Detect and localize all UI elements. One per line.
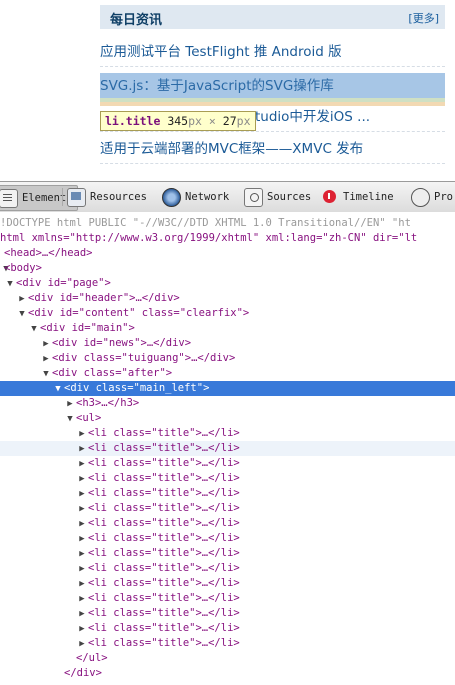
collapse-arrow-icon[interactable]: ▶: [16, 292, 28, 306]
dom-node-head[interactable]: <head>…</head>: [0, 246, 455, 261]
collapse-arrow-icon[interactable]: ▶: [76, 562, 88, 576]
collapse-arrow-icon[interactable]: ▶: [76, 502, 88, 516]
collapse-arrow-icon[interactable]: ▶: [76, 457, 88, 471]
collapse-arrow-icon[interactable]: ▶: [76, 592, 88, 606]
tab-elements[interactable]: Elements: [0, 185, 78, 211]
sources-icon: [244, 187, 263, 207]
collapse-arrow-icon[interactable]: ▶: [76, 487, 88, 501]
timeline-icon: [322, 189, 339, 206]
dom-node-li[interactable]: ▶ <li class="title">…</li>: [0, 426, 455, 441]
news-panel: 每日资讯 [更多] 应用测试平台 TestFlight 推 Android 版 …: [0, 0, 455, 180]
news-item[interactable]: 适用于云端部署的MVC框架——XMVC 发布: [100, 136, 445, 164]
collapse-arrow-icon[interactable]: ▶: [64, 397, 76, 411]
dom-node-li[interactable]: ▶ <li class="title">…</li>: [0, 636, 455, 651]
collapse-arrow-icon[interactable]: ▶: [76, 637, 88, 651]
collapse-arrow-icon[interactable]: ▶: [76, 622, 88, 636]
dom-node-li[interactable]: ▶ <li class="title">…</li>: [0, 576, 455, 591]
collapse-arrow-icon[interactable]: ▶: [76, 547, 88, 561]
dom-node-li[interactable]: ▶ <li class="title">…</li>: [0, 516, 455, 531]
collapse-arrow-icon[interactable]: ▶: [76, 517, 88, 531]
dom-node-doctype[interactable]: !DOCTYPE html PUBLIC "-//W3C//DTD XHTML …: [0, 216, 455, 231]
dom-node-li[interactable]: ▶ <li class="title">…</li>: [0, 501, 455, 516]
collapse-arrow-icon[interactable]: ▶: [76, 427, 88, 441]
expand-arrow-icon[interactable]: ▼: [4, 277, 16, 291]
news-item[interactable]: 应用测试平台 TestFlight 推 Android 版: [100, 39, 445, 67]
dom-node-after[interactable]: ▼ <div class="after">: [0, 366, 455, 381]
dom-node-html[interactable]: html xmlns="http://www.w3.org/1999/xhtml…: [0, 231, 455, 246]
dom-node-tuiguang[interactable]: ▶ <div class="tuiguang">…</div>: [0, 351, 455, 366]
news-item-highlighted[interactable]: SVG.js：基于JavaScript的SVG操作库: [100, 73, 445, 100]
dom-node-page[interactable]: ▼ <div id="page">: [0, 276, 455, 291]
tab-timeline[interactable]: Timeline: [322, 185, 394, 209]
collapse-arrow-icon[interactable]: ▶: [76, 607, 88, 621]
profiles-icon: [411, 187, 430, 207]
dom-node-body[interactable]: ▼<body>: [0, 261, 455, 276]
dom-node-li-hovered[interactable]: ▶ <li class="title">…</li>: [0, 441, 455, 456]
network-globe-icon: [162, 187, 181, 207]
expand-arrow-icon[interactable]: ▼: [52, 382, 64, 396]
devtools-toolbar: Elements Resources Network Sources Timel…: [0, 181, 455, 213]
dom-node-li[interactable]: ▶ <li class="title">…</li>: [0, 621, 455, 636]
dom-node-li[interactable]: ▶ <li class="title">…</li>: [0, 591, 455, 606]
dom-node-ul[interactable]: ▼ <ul>: [0, 411, 455, 426]
dom-node-li[interactable]: ▶ <li class="title">…</li>: [0, 531, 455, 546]
element-size-tooltip: li.title 345px × 27px: [100, 111, 256, 131]
collapse-arrow-icon[interactable]: ▶: [40, 352, 52, 366]
collapse-arrow-icon[interactable]: ▶: [76, 442, 88, 456]
news-header: 每日资讯 [更多]: [100, 5, 445, 29]
expand-arrow-icon[interactable]: ▼: [64, 412, 76, 426]
dom-node-h3[interactable]: ▶ <h3>…</h3>: [0, 396, 455, 411]
dom-node-li[interactable]: ▶ <li class="title">…</li>: [0, 486, 455, 501]
tab-resources[interactable]: Resources: [67, 185, 147, 209]
elements-icon: [0, 188, 18, 208]
dom-node-header[interactable]: ▶ <div id="header">…</div>: [0, 291, 455, 306]
collapse-arrow-icon[interactable]: ▶: [76, 577, 88, 591]
toolbar-divider: [62, 188, 63, 206]
news-header-title: 每日资讯: [110, 13, 163, 28]
dom-node-div-close[interactable]: </div>: [0, 666, 455, 681]
dom-tree: !DOCTYPE html PUBLIC "-//W3C//DTD XHTML …: [0, 212, 455, 685]
resources-icon: [67, 187, 86, 207]
expand-arrow-icon[interactable]: ▼: [16, 307, 28, 321]
dom-node-li[interactable]: ▶ <li class="title">…</li>: [0, 546, 455, 561]
collapse-arrow-icon[interactable]: ▶: [76, 532, 88, 546]
tab-profiles[interactable]: Pro: [411, 185, 453, 209]
tab-sources[interactable]: Sources: [244, 185, 311, 209]
dom-node-main-left-selected[interactable]: ▼ <div class="main_left">: [0, 381, 455, 396]
expand-arrow-icon[interactable]: ▼: [40, 367, 52, 381]
dom-node-li[interactable]: ▶ <li class="title">…</li>: [0, 471, 455, 486]
dom-node-li[interactable]: ▶ <li class="title">…</li>: [0, 561, 455, 576]
expand-arrow-icon[interactable]: ▼: [28, 322, 40, 336]
news-more-link[interactable]: [更多]: [408, 10, 439, 26]
dom-node-li[interactable]: ▶ <li class="title">…</li>: [0, 456, 455, 471]
dom-node-ul-close[interactable]: </ul>: [0, 651, 455, 666]
collapse-arrow-icon[interactable]: ▶: [40, 337, 52, 351]
collapse-arrow-icon[interactable]: ▶: [76, 472, 88, 486]
tab-network[interactable]: Network: [162, 185, 229, 209]
dom-node-main[interactable]: ▼ <div id="main">: [0, 321, 455, 336]
dom-node-li[interactable]: ▶ <li class="title">…</li>: [0, 606, 455, 621]
dom-node-news[interactable]: ▶ <div id="news">…</div>: [0, 336, 455, 351]
dom-node-content[interactable]: ▼ <div id="content" class="clearfix">: [0, 306, 455, 321]
